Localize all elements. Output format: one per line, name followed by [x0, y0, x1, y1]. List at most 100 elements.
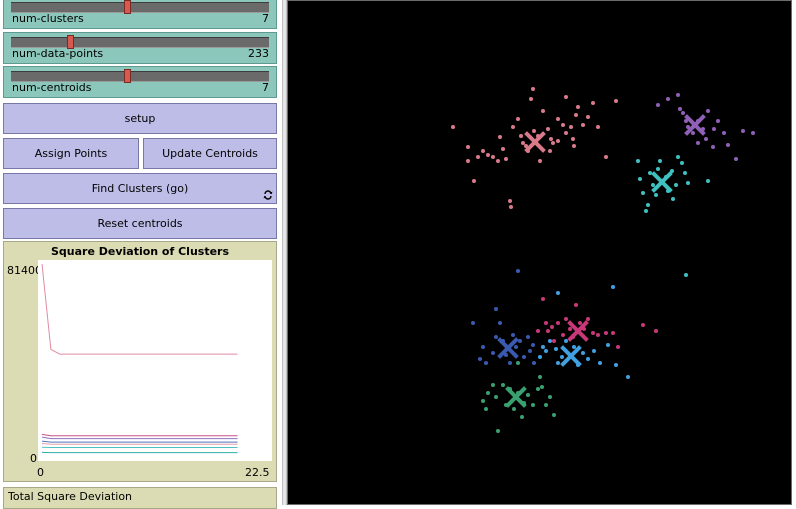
num-data-points-slider[interactable]: num-data-points 233 — [3, 32, 277, 64]
data-point — [471, 321, 475, 325]
slider-value: 7 — [262, 81, 269, 94]
data-point — [486, 153, 490, 157]
data-point — [681, 111, 685, 115]
data-point — [472, 179, 476, 183]
data-point — [606, 343, 610, 347]
data-point — [544, 321, 548, 325]
update-centroids-button[interactable]: Update Centroids — [143, 138, 277, 169]
data-point — [556, 117, 560, 121]
data-point — [684, 273, 688, 277]
data-point — [526, 335, 530, 339]
plot-background — [38, 260, 272, 461]
num-centroids-slider[interactable]: num-centroids 7 — [3, 66, 277, 98]
data-point — [581, 123, 585, 127]
data-point — [491, 383, 495, 387]
setup-button[interactable]: setup — [3, 103, 277, 134]
data-point — [726, 143, 730, 147]
data-point — [466, 145, 470, 149]
data-point — [591, 331, 595, 335]
data-point — [604, 331, 608, 335]
data-point — [541, 345, 545, 349]
x-min-label: 0 — [37, 466, 44, 479]
world-canvas[interactable] — [288, 1, 791, 504]
data-point — [554, 347, 558, 351]
data-point — [611, 285, 615, 289]
data-point — [616, 345, 620, 349]
data-point — [511, 333, 515, 337]
data-point — [508, 199, 512, 203]
slider-thumb[interactable] — [124, 69, 131, 83]
data-point — [540, 385, 544, 389]
forever-icon — [263, 190, 273, 200]
data-point — [576, 105, 580, 109]
x-max-label: 22.5 — [245, 466, 270, 479]
data-point — [536, 329, 540, 333]
data-point — [501, 383, 505, 387]
data-point — [544, 349, 548, 353]
data-point — [466, 159, 470, 163]
data-point — [712, 127, 716, 131]
find-clusters-button[interactable]: Find Clusters (go) — [3, 173, 277, 204]
data-point — [498, 321, 502, 325]
world-view[interactable] — [287, 0, 792, 505]
data-point — [596, 333, 600, 337]
data-point — [484, 361, 488, 365]
data-point — [494, 307, 498, 311]
data-point — [508, 361, 512, 365]
centroid-x-icon — [570, 323, 586, 339]
data-point — [501, 147, 505, 151]
data-point — [571, 137, 575, 141]
data-point — [551, 141, 555, 145]
data-point — [644, 209, 648, 213]
data-point — [541, 297, 545, 301]
data-point — [528, 349, 532, 353]
data-point — [674, 183, 678, 187]
data-point — [581, 351, 585, 355]
data-point — [586, 357, 590, 361]
data-point — [496, 159, 500, 163]
data-point — [626, 375, 630, 379]
data-point — [552, 339, 556, 343]
data-point — [586, 115, 590, 119]
data-point — [676, 155, 680, 159]
data-point — [680, 161, 684, 165]
data-point — [586, 317, 590, 321]
data-point — [556, 291, 560, 295]
data-point — [484, 407, 488, 411]
num-clusters-slider[interactable]: num-clusters 7 — [3, 0, 277, 29]
data-point — [514, 345, 518, 349]
data-point — [598, 361, 602, 365]
data-point — [550, 325, 554, 329]
data-point — [521, 141, 525, 145]
data-point — [654, 193, 658, 197]
data-point — [531, 343, 535, 347]
data-point — [451, 125, 455, 129]
data-point — [522, 355, 526, 359]
data-point — [611, 331, 615, 335]
data-point — [636, 159, 640, 163]
reset-centroids-button[interactable]: Reset centroids — [3, 208, 277, 239]
find-clusters-label: Find Clusters (go) — [92, 182, 189, 195]
slider-value: 7 — [262, 12, 269, 25]
data-point — [504, 157, 508, 161]
data-point — [614, 99, 618, 103]
data-point — [592, 349, 596, 353]
data-point — [526, 393, 530, 397]
data-point — [656, 103, 660, 107]
data-point — [549, 137, 553, 141]
data-point — [564, 95, 568, 99]
data-point — [548, 395, 552, 399]
data-point — [696, 141, 700, 145]
data-point — [706, 179, 710, 183]
data-point — [569, 125, 573, 129]
data-point — [494, 395, 498, 399]
data-point — [552, 413, 556, 417]
slider-thumb[interactable] — [124, 0, 131, 14]
data-point — [722, 131, 726, 135]
data-point — [572, 144, 576, 148]
assign-points-button[interactable]: Assign Points — [3, 138, 139, 169]
data-point — [564, 339, 568, 343]
data-point — [516, 269, 520, 273]
data-point — [706, 109, 710, 113]
data-point — [561, 333, 565, 337]
